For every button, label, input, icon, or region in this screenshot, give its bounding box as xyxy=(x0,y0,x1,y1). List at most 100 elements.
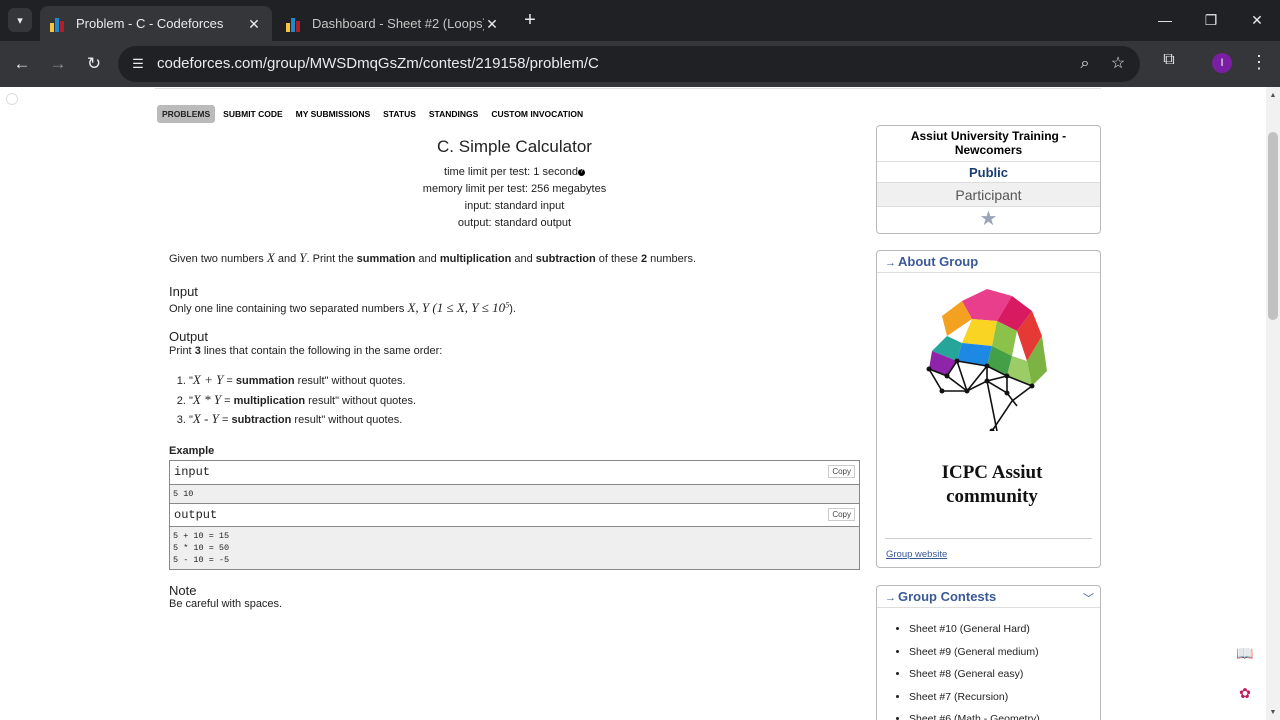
group-contests-header[interactable]: → Group Contests xyxy=(877,586,1100,608)
list-item[interactable]: Sheet #10 (General Hard) xyxy=(909,618,1100,641)
tab-title: Problem - C - Codeforces xyxy=(76,16,224,31)
text: of these xyxy=(598,253,638,265)
time-limit: time limit per test: 1 second? xyxy=(169,164,860,181)
logo-line: ICPC Assiut xyxy=(941,462,1043,483)
close-icon[interactable]: ✕ xyxy=(484,16,500,32)
text: result" without quotes. xyxy=(291,414,403,426)
page-scrollbar[interactable]: ▲ ▼ xyxy=(1266,87,1280,720)
list-item[interactable]: Sheet #7 (Recursion) xyxy=(909,686,1100,709)
list-item: "X - Y = subtraction result" without quo… xyxy=(189,410,860,430)
list-item[interactable]: Sheet #9 (General medium) xyxy=(909,641,1100,664)
new-tab-button[interactable]: + xyxy=(518,9,542,33)
url-text[interactable]: codeforces.com/group/MWSDmqGsZm/contest/… xyxy=(157,55,599,72)
tune-icon[interactable]: ☰ xyxy=(128,54,148,74)
bold-text: multiplication xyxy=(439,253,512,265)
arrow-right-icon: → xyxy=(885,257,896,269)
tab-problems[interactable]: PROBLEMS xyxy=(157,105,216,123)
codeforces-favicon-icon xyxy=(50,16,66,32)
decoration-icon xyxy=(6,93,18,105)
input-title: Input xyxy=(169,284,198,299)
problem-statement: C. Simple Calculator time limit per test… xyxy=(169,137,860,610)
bold-text: multiplication xyxy=(233,394,306,407)
text: result" without quotes. xyxy=(305,394,417,407)
text: numbers. xyxy=(650,253,697,265)
math: Y xyxy=(299,250,307,265)
codeforces-favicon-icon xyxy=(286,16,302,32)
star-icon[interactable]: ★ xyxy=(877,207,1100,231)
text: Given two numbers xyxy=(169,253,264,265)
reload-icon: ↻ xyxy=(86,54,102,73)
text: lines that contain the following in the … xyxy=(203,345,443,357)
bold-text: subtraction xyxy=(231,414,292,426)
about-group-box: → About Group ICPC Assiut community Grou… xyxy=(876,250,1101,568)
scroll-up-icon[interactable]: ▲ xyxy=(1266,89,1280,103)
about-group-title: About Group xyxy=(898,254,979,269)
math: X, Y (1 ≤ X, Y ≤ 10 xyxy=(407,300,506,315)
scroll-thumb[interactable] xyxy=(1268,132,1278,320)
browser-toolbar: ← → ↻ ☰ codeforces.com/group/MWSDmqGsZm/… xyxy=(0,41,1280,87)
tab-standings[interactable]: STANDINGS xyxy=(424,105,483,123)
sample-input-header: input Copy xyxy=(170,461,859,485)
brain-logo-icon xyxy=(926,289,1047,431)
tab-submit-code[interactable]: SUBMIT CODE xyxy=(218,105,288,123)
sample-input-value[interactable]: 5 10 xyxy=(170,484,859,503)
text: . Print the xyxy=(306,253,354,265)
forward-button[interactable]: → xyxy=(45,51,71,77)
bold-text: summation xyxy=(356,253,416,265)
list-item: "X * Y = multiplication result" without … xyxy=(189,391,860,411)
reading-mode-icon[interactable]: 📖 xyxy=(1233,641,1257,665)
puzzle-icon[interactable]: ⧉ xyxy=(1158,51,1180,73)
bold-text: 2 xyxy=(640,253,648,265)
reload-button[interactable]: ↻ xyxy=(81,51,107,77)
tab-search-button[interactable]: ▾ xyxy=(8,8,32,32)
arrow-right-icon: → xyxy=(885,592,896,604)
brain-extension-icon[interactable]: ✿ xyxy=(1233,681,1257,705)
contest-list: Sheet #10 (General Hard) Sheet #9 (Gener… xyxy=(877,608,1100,720)
tab-problem[interactable]: Problem - C - Codeforces ✕ xyxy=(40,6,272,41)
sample-test: input Copy 5 10 output Copy 5 + 10 = 15 … xyxy=(169,459,860,570)
bold-text: 3 xyxy=(194,345,201,357)
about-group-header: → About Group xyxy=(877,251,1100,273)
list-item[interactable]: Sheet #6 (Math - Geometry) xyxy=(909,708,1100,720)
copy-output-button[interactable]: Copy xyxy=(828,507,855,521)
address-bar[interactable]: ☰ codeforces.com/group/MWSDmqGsZm/contes… xyxy=(118,46,1140,82)
copy-input-button[interactable]: Copy xyxy=(828,464,855,478)
group-visibility: Public xyxy=(877,162,1100,183)
sample-output-value[interactable]: 5 + 10 = 15 5 * 10 = 50 5 - 10 = -5 xyxy=(170,526,859,569)
text: ). xyxy=(509,303,516,315)
chevron-down-icon[interactable]: ﹀ xyxy=(1083,590,1094,606)
output-title: Output xyxy=(169,329,209,344)
group-name-link[interactable]: Assiut University Training - Newcomers xyxy=(877,126,1100,162)
math: X + Y xyxy=(192,372,224,387)
arrow-right-icon: → xyxy=(49,54,67,73)
math: X xyxy=(266,250,275,265)
close-icon[interactable]: ✕ xyxy=(246,16,262,32)
back-button[interactable]: ← xyxy=(9,51,35,77)
note-text: Be careful with spaces. xyxy=(169,597,283,610)
help-icon[interactable]: ? xyxy=(577,169,585,176)
bold-text: subtraction xyxy=(535,253,596,265)
list-item[interactable]: Sheet #8 (General easy) xyxy=(909,663,1100,686)
tab-custom-invocation[interactable]: CUSTOM INVOCATION xyxy=(486,105,588,123)
sample-input-label: input xyxy=(174,464,211,479)
tab-my-submissions[interactable]: MY SUBMISSIONS xyxy=(291,105,375,123)
tab-status[interactable]: STATUS xyxy=(378,105,421,123)
group-contests-title: Group Contests xyxy=(898,589,997,604)
star-icon[interactable]: ☆ xyxy=(1108,54,1128,74)
magnifier-icon[interactable]: ⌕ xyxy=(1075,54,1095,74)
minimize-button[interactable]: — xyxy=(1153,8,1177,32)
divider xyxy=(885,538,1092,539)
scroll-down-icon[interactable]: ▼ xyxy=(1266,706,1280,720)
avatar[interactable]: I xyxy=(1212,53,1232,73)
group-website-link[interactable]: Group website xyxy=(886,549,947,560)
divider xyxy=(155,87,1101,89)
tab-dashboard[interactable]: Dashboard - Sheet #2 (Loops) ✕ xyxy=(276,6,510,41)
output-spec: output: standard output xyxy=(457,217,572,229)
problem-subnav: PROBLEMS SUBMIT CODE MY SUBMISSIONS STAT… xyxy=(157,105,591,123)
restore-button[interactable]: ❐ xyxy=(1199,8,1223,32)
window-close-button[interactable]: ✕ xyxy=(1245,8,1269,32)
tab-title: Dashboard - Sheet #2 (Loops) xyxy=(312,16,484,31)
time-limit-text: time limit per test: 1 second xyxy=(444,166,578,178)
kebab-icon[interactable]: ⋮ xyxy=(1250,51,1268,75)
memory-limit: memory limit per test: 256 megabytes xyxy=(422,183,607,195)
